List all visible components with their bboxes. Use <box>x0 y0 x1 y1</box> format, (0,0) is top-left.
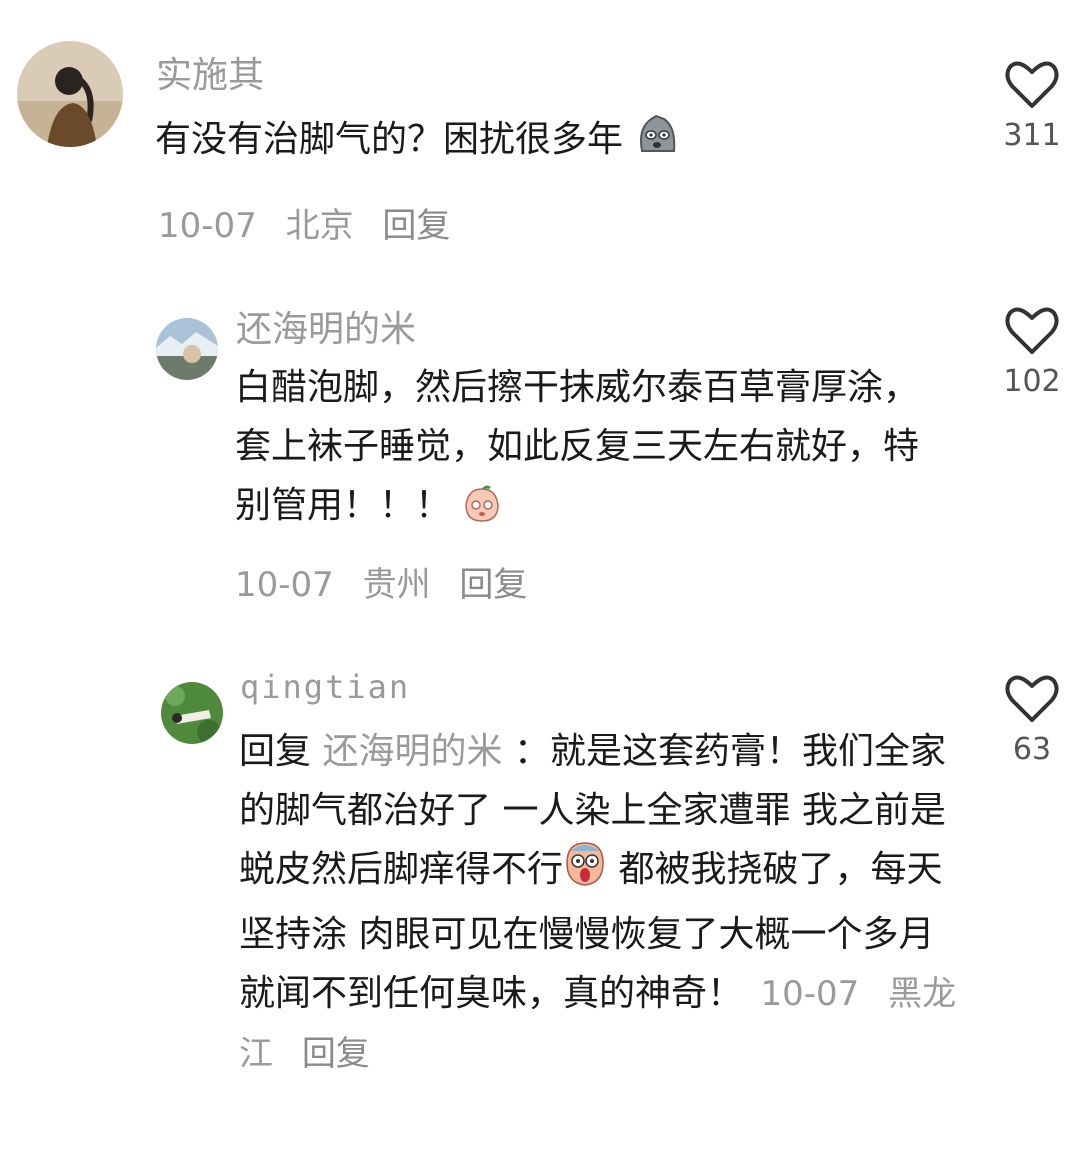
reply-item: qingtian 回复 还海明的米 ：就是这套药膏！我们全家的脚气都治好了 一人… <box>0 640 1080 1080</box>
comment-date: 10-07 <box>158 206 257 246</box>
comment-date: 10-07 <box>760 974 860 1014</box>
like-count: 63 <box>1012 732 1052 767</box>
grimace-emoji-icon <box>634 111 680 175</box>
like-button[interactable]: 311 <box>992 58 1072 153</box>
reply-prefix: 回复 <box>239 731 312 772</box>
avatar-image <box>156 318 218 380</box>
comment-text: 回复 还海明的米 ：就是这套药膏！我们全家的脚气都治好了 一人染上全家遭罪 我之… <box>239 722 969 1084</box>
comment-text: 有没有治脚气的？困扰很多年 <box>155 110 955 175</box>
reply-button[interactable]: 回复 <box>302 1034 370 1074</box>
avatar[interactable] <box>17 41 123 147</box>
avatar-image <box>161 682 223 744</box>
reply-button[interactable]: 回复 <box>459 565 527 605</box>
comment-username[interactable]: 实施其 <box>156 46 264 98</box>
like-count: 311 <box>1003 118 1061 153</box>
avatar[interactable] <box>161 682 223 744</box>
reply-button[interactable]: 回复 <box>382 206 450 246</box>
like-button[interactable]: 102 <box>992 304 1072 399</box>
avatar-image <box>17 41 123 147</box>
comment-meta: 10-07 贵州 回复 <box>235 557 527 606</box>
comment-text: 白醋泡脚，然后擦干抹威尔泰百草膏厚涂，套上袜子睡觉，如此反复三天左右就好，特别管… <box>235 358 935 541</box>
scream-emoji-icon <box>563 841 607 905</box>
avatar[interactable] <box>156 318 218 380</box>
comment-text-content: 有没有治脚气的？困扰很多年 <box>155 119 624 160</box>
comment-text-content: 白醋泡脚，然后擦干抹威尔泰百草膏厚涂，套上袜子睡觉，如此反复三天左右就好，特别管… <box>235 367 920 526</box>
comment-date: 10-07 <box>235 565 334 605</box>
like-count: 102 <box>1003 364 1061 399</box>
comment-meta: 10-07 北京 回复 <box>158 198 450 247</box>
comment-username[interactable]: 还海明的米 <box>236 300 416 352</box>
heart-outline-icon <box>1005 61 1059 108</box>
peach-face-emoji-icon <box>462 482 502 541</box>
heart-outline-icon <box>1005 675 1059 722</box>
heart-outline-icon <box>1005 307 1059 354</box>
comment-location: 贵州 <box>362 565 431 605</box>
comment-location: 北京 <box>285 206 354 246</box>
like-button[interactable]: 63 <box>992 672 1072 767</box>
reply-item: 还海明的米 白醋泡脚，然后擦干抹威尔泰百草膏厚涂，套上袜子睡觉，如此反复三天左右… <box>0 260 1080 640</box>
comment-username[interactable]: qingtian <box>240 668 410 706</box>
mention-link[interactable]: 还海明的米 <box>322 731 502 772</box>
comment-item: 实施其 有没有治脚气的？困扰很多年 10-07 北京 回复 311 <box>0 0 1080 260</box>
